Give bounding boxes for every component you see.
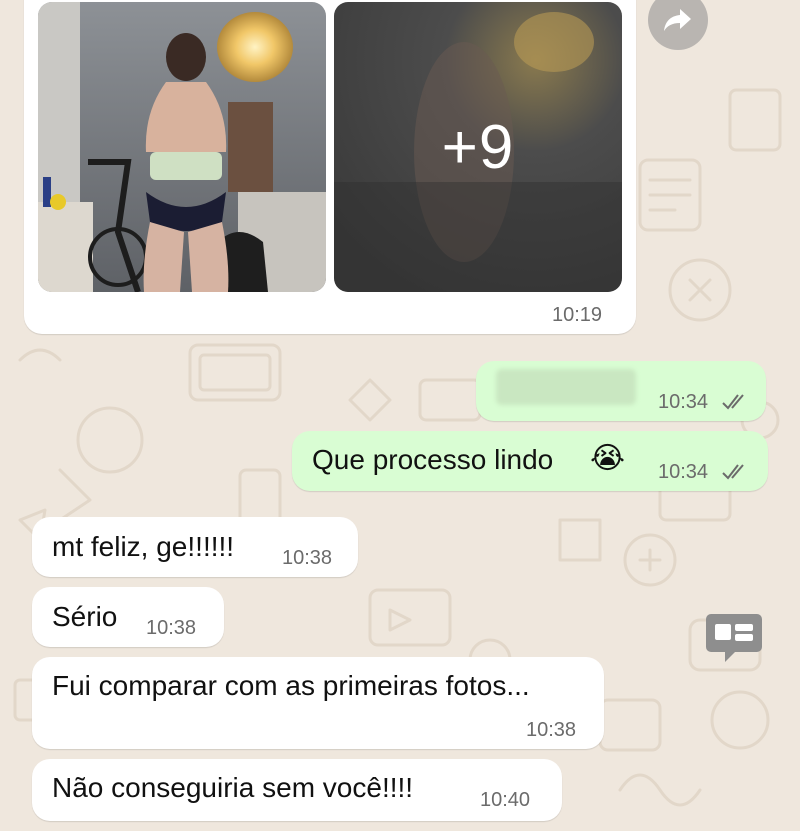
chat-summary-button[interactable] [705,612,763,666]
message-timestamp: 10:38 [282,547,333,569]
message-timestamp: 10:34 [658,391,709,413]
outgoing-message-bubble[interactable]: Que processo lindo 😭 10:34 [292,431,768,491]
incoming-message-bubble[interactable]: Sério 10:38 [32,587,224,647]
incoming-message-bubble[interactable]: mt feliz, ge!!!!!! 10:38 [32,517,358,577]
forward-icon [664,9,691,31]
crying-face-emoji: 😭 [590,442,626,475]
double-check-icon [722,464,744,480]
message-text: Que processo lindo [312,444,554,475]
message-timestamp: 10:38 [146,617,197,639]
outgoing-message-bubble[interactable]: 10:34 [476,361,766,421]
photo-image [38,2,326,292]
photo-thumbnail[interactable] [38,2,326,292]
message-text: Não conseguiria sem você!!!! [52,772,414,803]
message-text: Fui comparar com as primeiras fotos... [52,670,530,701]
message-text: Sério [52,601,118,632]
media-message-bubble[interactable]: +9 10:19 [24,0,636,334]
photo-thumbnail-more[interactable]: +9 [334,2,622,292]
message-timestamp: 10:40 [480,789,531,811]
message-timestamp: 10:38 [526,719,577,741]
message-timestamp: 10:19 [552,304,603,326]
message-timestamp: 10:34 [658,461,709,483]
incoming-message-bubble[interactable]: Fui comparar com as primeiras fotos... 1… [32,657,604,749]
double-check-icon [722,394,744,410]
more-photos-count: +9 [441,112,515,182]
blurred-message-text [496,369,636,405]
chat-summary-icon [706,614,762,662]
message-text: mt feliz, ge!!!!!! [52,531,235,562]
incoming-message-bubble[interactable]: Não conseguiria sem você!!!! 10:40 [32,759,562,821]
